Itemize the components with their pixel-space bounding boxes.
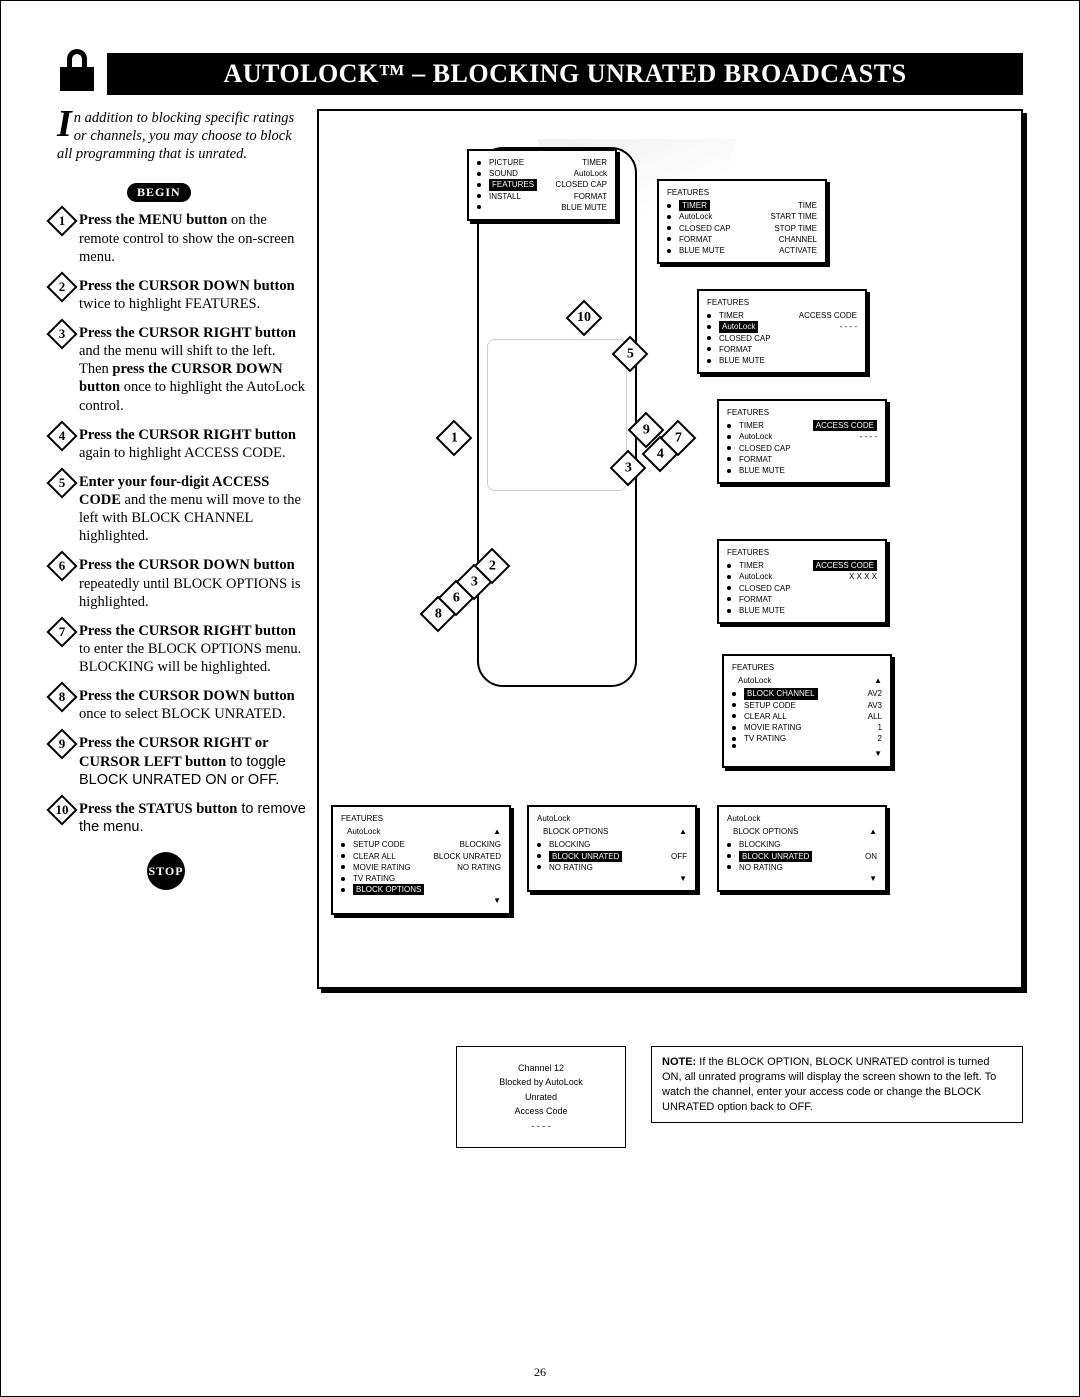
blocked-line1: Channel 12	[467, 1061, 615, 1075]
begin-badge: BEGIN	[127, 183, 191, 202]
stop-badge: STOP	[147, 852, 185, 890]
page-number: 26	[1, 1365, 1079, 1380]
osd-autolock-submenu: FEATURESAutoLock ▲BLOCK CHANNELAV2SETUP …	[722, 654, 892, 768]
note-box: NOTE: If the BLOCK OPTION, BLOCK UNRATED…	[651, 1046, 1023, 1123]
osd-block-options-list: FEATURESAutoLock ▲SETUP CODEBLOCKINGCLEA…	[331, 805, 511, 915]
osd-features-autolock: FEATURESTIMERACCESS CODEAutoLock- - - -C…	[697, 289, 867, 374]
blocked-line3: Unrated	[467, 1090, 615, 1104]
blocked-line5: - - - -	[467, 1119, 615, 1133]
step-10: 10Press the STATUS button to remove the …	[57, 797, 307, 844]
instructions-column: In addition to blocking specific ratings…	[57, 109, 307, 989]
osd-features-timer: FEATURESTIMERTIMEAutoLockSTART TIMECLOSE…	[657, 179, 827, 264]
step-4: 4Press the CURSOR RIGHT button again to …	[57, 423, 307, 470]
blocked-line4: Access Code	[467, 1104, 615, 1118]
note-bold: NOTE:	[662, 1056, 696, 1068]
step-9: 9Press the CURSOR RIGHT or CURSOR LEFT b…	[57, 731, 307, 796]
intro-rest: n addition to blocking specific ratings …	[57, 110, 294, 162]
diagram-column: PICTURETIMERSOUNDAutoLockFEATURESCLOSED …	[317, 109, 1023, 989]
dropcap: I	[57, 109, 74, 139]
osd-access-code-blank: FEATURESTIMERACCESS CODEAutoLock- - - -C…	[717, 399, 887, 484]
step-3: 3Press the CURSOR RIGHT button and the m…	[57, 321, 307, 423]
step-5: 5Enter your four-digit ACCESS CODE and t…	[57, 470, 307, 554]
step-8: 8Press the CURSOR DOWN button once to se…	[57, 684, 307, 731]
osd-access-code-entered: FEATURESTIMERACCESS CODEAutoLockX X X XC…	[717, 539, 887, 624]
note-text: If the BLOCK OPTION, BLOCK UNRATED contr…	[662, 1056, 996, 1113]
osd-main-menu: PICTURETIMERSOUNDAutoLockFEATURESCLOSED …	[467, 149, 617, 221]
page-title: AUTOLOCK™ – BLOCKING UNRATED BROADCASTS	[107, 53, 1023, 95]
blocked-screen-example: Channel 12 Blocked by AutoLock Unrated A…	[456, 1046, 626, 1148]
step-7: 7Press the CURSOR RIGHT button to enter …	[57, 619, 307, 684]
lock-icon	[57, 49, 97, 99]
osd-block-unrated-on: AutoLockBLOCK OPTIONS ▲BLOCKINGBLOCK UNR…	[717, 805, 887, 892]
remote-illustration	[477, 147, 637, 687]
step-6: 6Press the CURSOR DOWN button repeatedly…	[57, 553, 307, 618]
intro-text: In addition to blocking specific ratings…	[57, 109, 307, 163]
osd-block-unrated-off: AutoLockBLOCK OPTIONS ▲BLOCKINGBLOCK UNR…	[527, 805, 697, 892]
title-bar: AUTOLOCK™ – BLOCKING UNRATED BROADCASTS	[57, 49, 1023, 99]
step-2: 2Press the CURSOR DOWN button twice to h…	[57, 274, 307, 321]
blocked-line2: Blocked by AutoLock	[467, 1075, 615, 1089]
step-1: 1Press the MENU button on the remote con…	[57, 208, 307, 273]
